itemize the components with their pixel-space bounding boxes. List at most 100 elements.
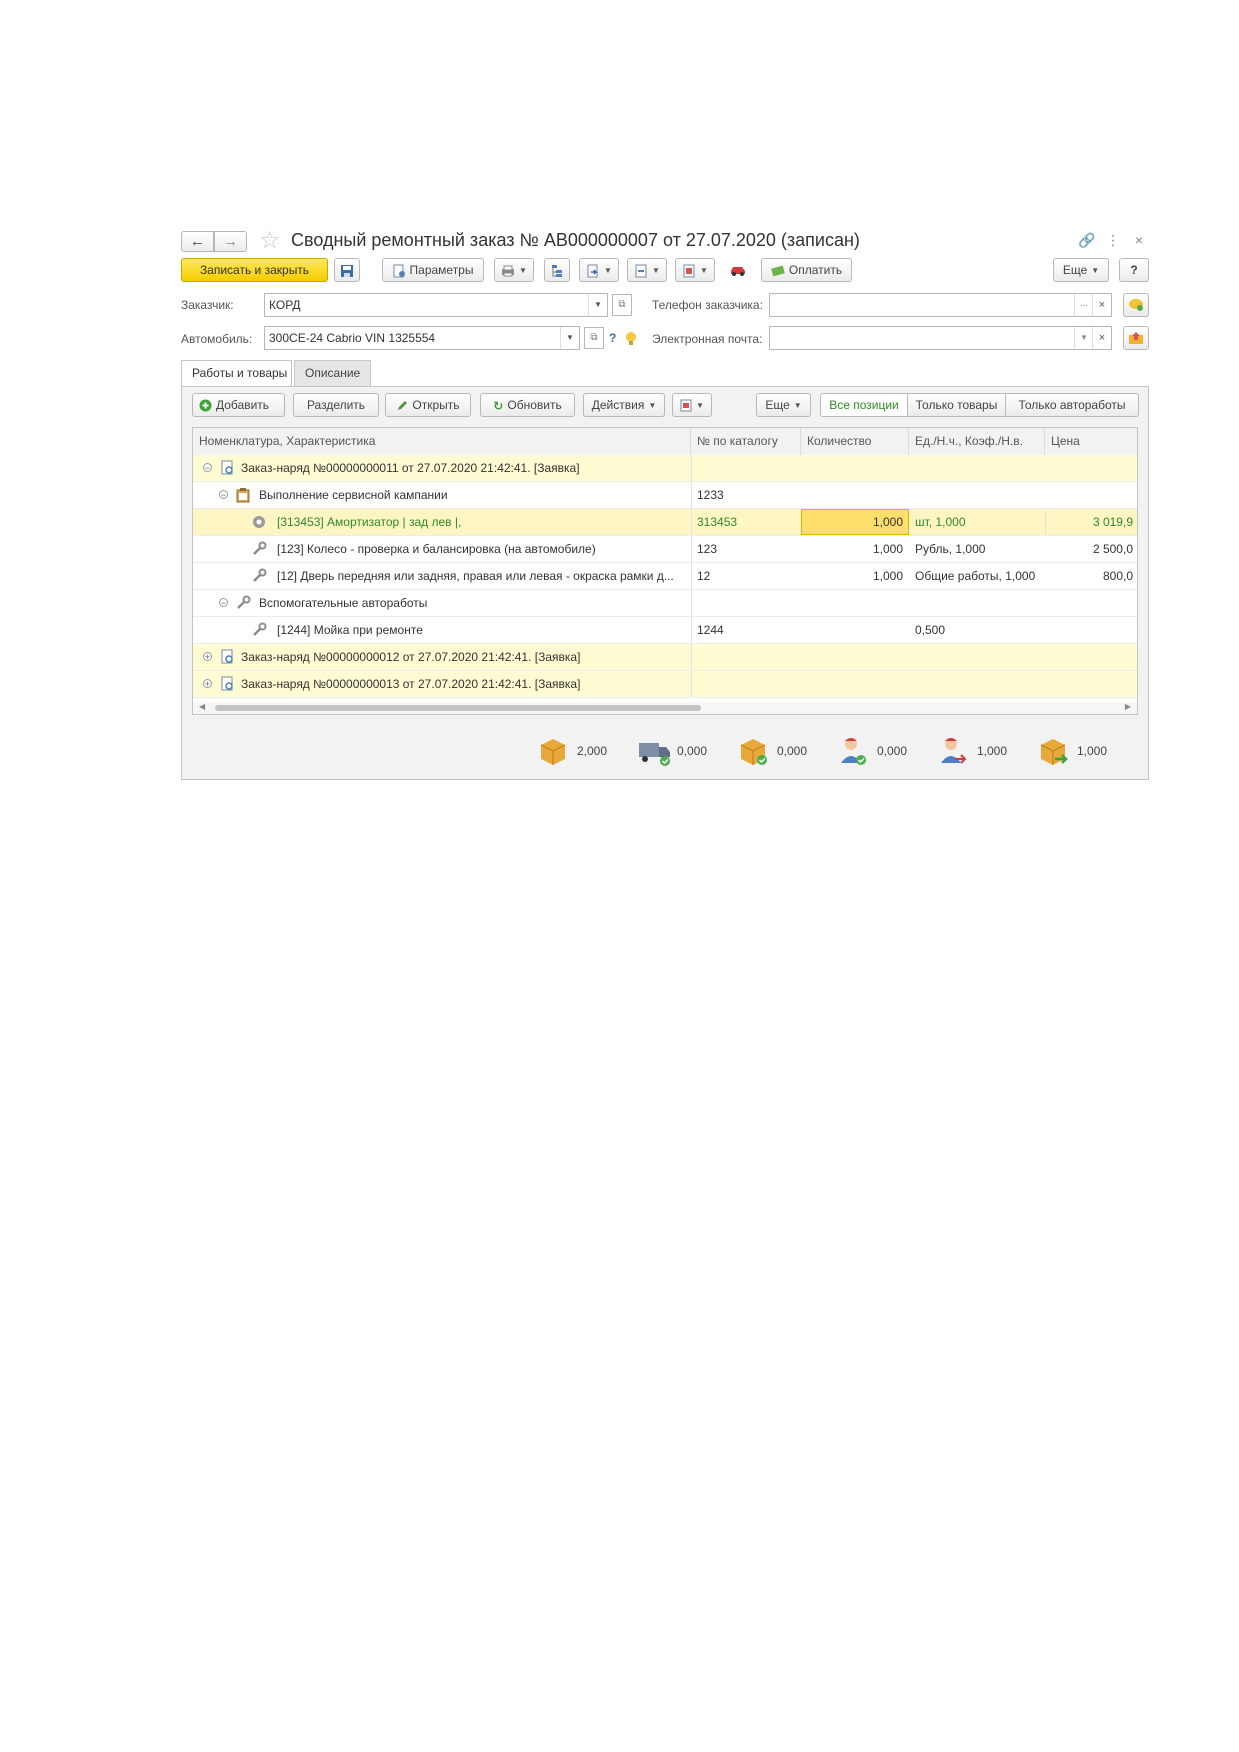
send-email-button[interactable]: [1123, 326, 1149, 350]
table-print-button[interactable]: ▼: [672, 393, 712, 417]
wrench-icon: [237, 595, 251, 609]
works-and-goods-panel: Добавить Разделить Открыть ↻ Обновить Дей…: [181, 386, 1149, 780]
scrollbar-thumb[interactable]: [215, 705, 701, 711]
tab-works-and-goods[interactable]: Работы и товары: [181, 360, 292, 386]
table-row[interactable]: − Заказ-наряд №00000000011 от 27.07.2020…: [193, 455, 1137, 482]
document-red-icon: [683, 264, 695, 278]
save-button[interactable]: [334, 258, 360, 282]
car-help-link[interactable]: ?: [609, 331, 616, 345]
actions-button[interactable]: Действия ▼: [583, 393, 665, 417]
wrench-icon: [253, 541, 267, 555]
refresh-label: Обновить: [507, 398, 562, 412]
open-car-button[interactable]: ⧉: [584, 327, 604, 349]
customer-label: Заказчик:: [181, 298, 234, 312]
create-based-on-button[interactable]: ▼: [579, 258, 619, 282]
row-name: [313453] Амортизатор | зад лев |,: [277, 515, 462, 529]
back-button[interactable]: ←: [181, 231, 214, 252]
table-header: Номенклатура, Характеристика № по катало…: [193, 428, 1137, 456]
envelope-upload-icon: [1129, 331, 1143, 344]
filter-goods-button[interactable]: Только товары: [907, 393, 1006, 417]
attachments-button[interactable]: ▼: [675, 258, 715, 282]
pay-button[interactable]: Оплатить: [761, 258, 852, 282]
work-order-icon: [221, 649, 233, 664]
parameters-button[interactable]: Параметры: [382, 258, 484, 282]
window-title: Сводный ремонтный заказ № АВ000000007 от…: [291, 230, 860, 250]
row-name: Выполнение сервисной кампании: [259, 488, 448, 502]
open-button[interactable]: Открыть: [385, 393, 471, 417]
chevron-down-icon[interactable]: ▼: [560, 327, 579, 349]
row-name: Заказ-наряд №00000000011 от 27.07.2020 2…: [241, 461, 580, 475]
table-row[interactable]: − Вспомогательные автоработы: [193, 590, 1137, 617]
ellipsis-icon[interactable]: ...: [1074, 294, 1093, 316]
table-more-label: Еще: [765, 398, 790, 412]
car-field[interactable]: 300CE-24 Cabrio VIN 1325554 ▼: [264, 326, 580, 350]
filter-all-button[interactable]: Все позиции: [820, 393, 908, 417]
print-button[interactable]: ▼: [494, 258, 534, 282]
horizontal-scrollbar[interactable]: ◀ ▶: [193, 702, 1137, 714]
tab-description[interactable]: Описание: [294, 360, 371, 386]
structure-button[interactable]: [544, 258, 570, 282]
table-row[interactable]: − Выполнение сервисной кампании 1233: [193, 482, 1137, 509]
refresh-button[interactable]: ↻ Обновить: [480, 393, 575, 417]
worker-check-icon: [841, 738, 866, 765]
table-more-button[interactable]: Еще ▼: [756, 393, 811, 417]
add-button[interactable]: Добавить: [192, 393, 285, 417]
reports-button[interactable]: ▼: [627, 258, 667, 282]
box-arrow-icon: [1040, 739, 1068, 765]
row-price: 3 019,9: [1092, 515, 1133, 529]
message-button[interactable]: [1123, 293, 1149, 317]
floppy-disk-icon: [341, 264, 353, 277]
email-label: Электронная почта:: [652, 332, 763, 346]
car-button[interactable]: [725, 258, 751, 282]
close-icon[interactable]: ×: [1129, 232, 1149, 248]
column-header-name[interactable]: Номенклатура, Характеристика: [193, 428, 691, 455]
split-button[interactable]: Разделить: [293, 393, 379, 417]
clipboard-icon: [236, 488, 250, 503]
clear-icon[interactable]: ×: [1092, 327, 1111, 349]
forward-button[interactable]: →: [214, 231, 247, 252]
total-goods-value: 2,000: [577, 744, 608, 758]
row-unit: Общие работы, 1,000: [915, 569, 1036, 583]
favorite-star-icon[interactable]: ☆: [259, 228, 281, 254]
row-quantity[interactable]: 1,000: [801, 509, 909, 535]
collapse-toggle[interactable]: −: [219, 490, 228, 500]
lightbulb-icon[interactable]: [624, 331, 638, 347]
table-row[interactable]: [1244] Мойка при ремонте 1244 0,500: [193, 617, 1137, 644]
column-header-unit[interactable]: Ед./Н.ч., Коэф./Н.в.: [909, 428, 1045, 455]
scroll-left-icon[interactable]: ◀: [199, 702, 205, 711]
expand-toggle[interactable]: +: [203, 652, 212, 662]
row-name: Заказ-наряд №00000000013 от 27.07.2020 2…: [241, 677, 581, 691]
link-icon[interactable]: 🔗: [1077, 232, 1097, 249]
table-row[interactable]: [12] Дверь передняя или задняя, правая и…: [193, 563, 1137, 590]
order-table[interactable]: Номенклатура, Характеристика № по катало…: [192, 427, 1138, 715]
more-button[interactable]: Еще ▼: [1053, 258, 1109, 282]
column-header-catalog[interactable]: № по каталогу: [691, 428, 801, 455]
collapse-toggle[interactable]: −: [203, 463, 212, 473]
chevron-down-icon[interactable]: ▼: [588, 294, 607, 316]
save-and-close-button[interactable]: Записать и закрыть: [181, 258, 328, 282]
table-row[interactable]: + Заказ-наряд №00000000013 от 27.07.2020…: [193, 671, 1137, 698]
phone-field[interactable]: ... ×: [769, 293, 1112, 317]
more-vertical-icon[interactable]: ⋮: [1103, 232, 1123, 249]
row-catalog: 1244: [697, 623, 724, 637]
collapse-toggle[interactable]: −: [219, 598, 228, 608]
table-row[interactable]: + Заказ-наряд №00000000012 от 27.07.2020…: [193, 644, 1137, 671]
column-header-quantity[interactable]: Количество: [801, 428, 909, 455]
expand-toggle[interactable]: +: [203, 679, 212, 689]
car-icon: [731, 266, 745, 276]
scroll-right-icon[interactable]: ▶: [1125, 702, 1131, 711]
column-header-price[interactable]: Цена: [1045, 428, 1137, 455]
email-field[interactable]: ▼ ×: [769, 326, 1112, 350]
chevron-down-icon[interactable]: ▼: [1074, 327, 1093, 349]
row-name: [12] Дверь передняя или задняя, правая и…: [277, 569, 674, 583]
customer-field[interactable]: КОРД ▼: [264, 293, 608, 317]
open-link-icon: ⧉: [618, 299, 626, 310]
table-row-selected[interactable]: [313453] Амортизатор | зад лев |, 313453…: [193, 509, 1137, 536]
clear-icon[interactable]: ×: [1092, 294, 1111, 316]
open-customer-button[interactable]: ⧉: [612, 294, 632, 316]
row-price: 800,0: [1102, 569, 1133, 583]
help-button[interactable]: ?: [1119, 258, 1149, 282]
filter-works-button[interactable]: Только автоработы: [1005, 393, 1139, 417]
arrow-left-icon: ←: [190, 233, 205, 250]
table-row[interactable]: [123] Колесо - проверка и балансировка (…: [193, 536, 1137, 563]
